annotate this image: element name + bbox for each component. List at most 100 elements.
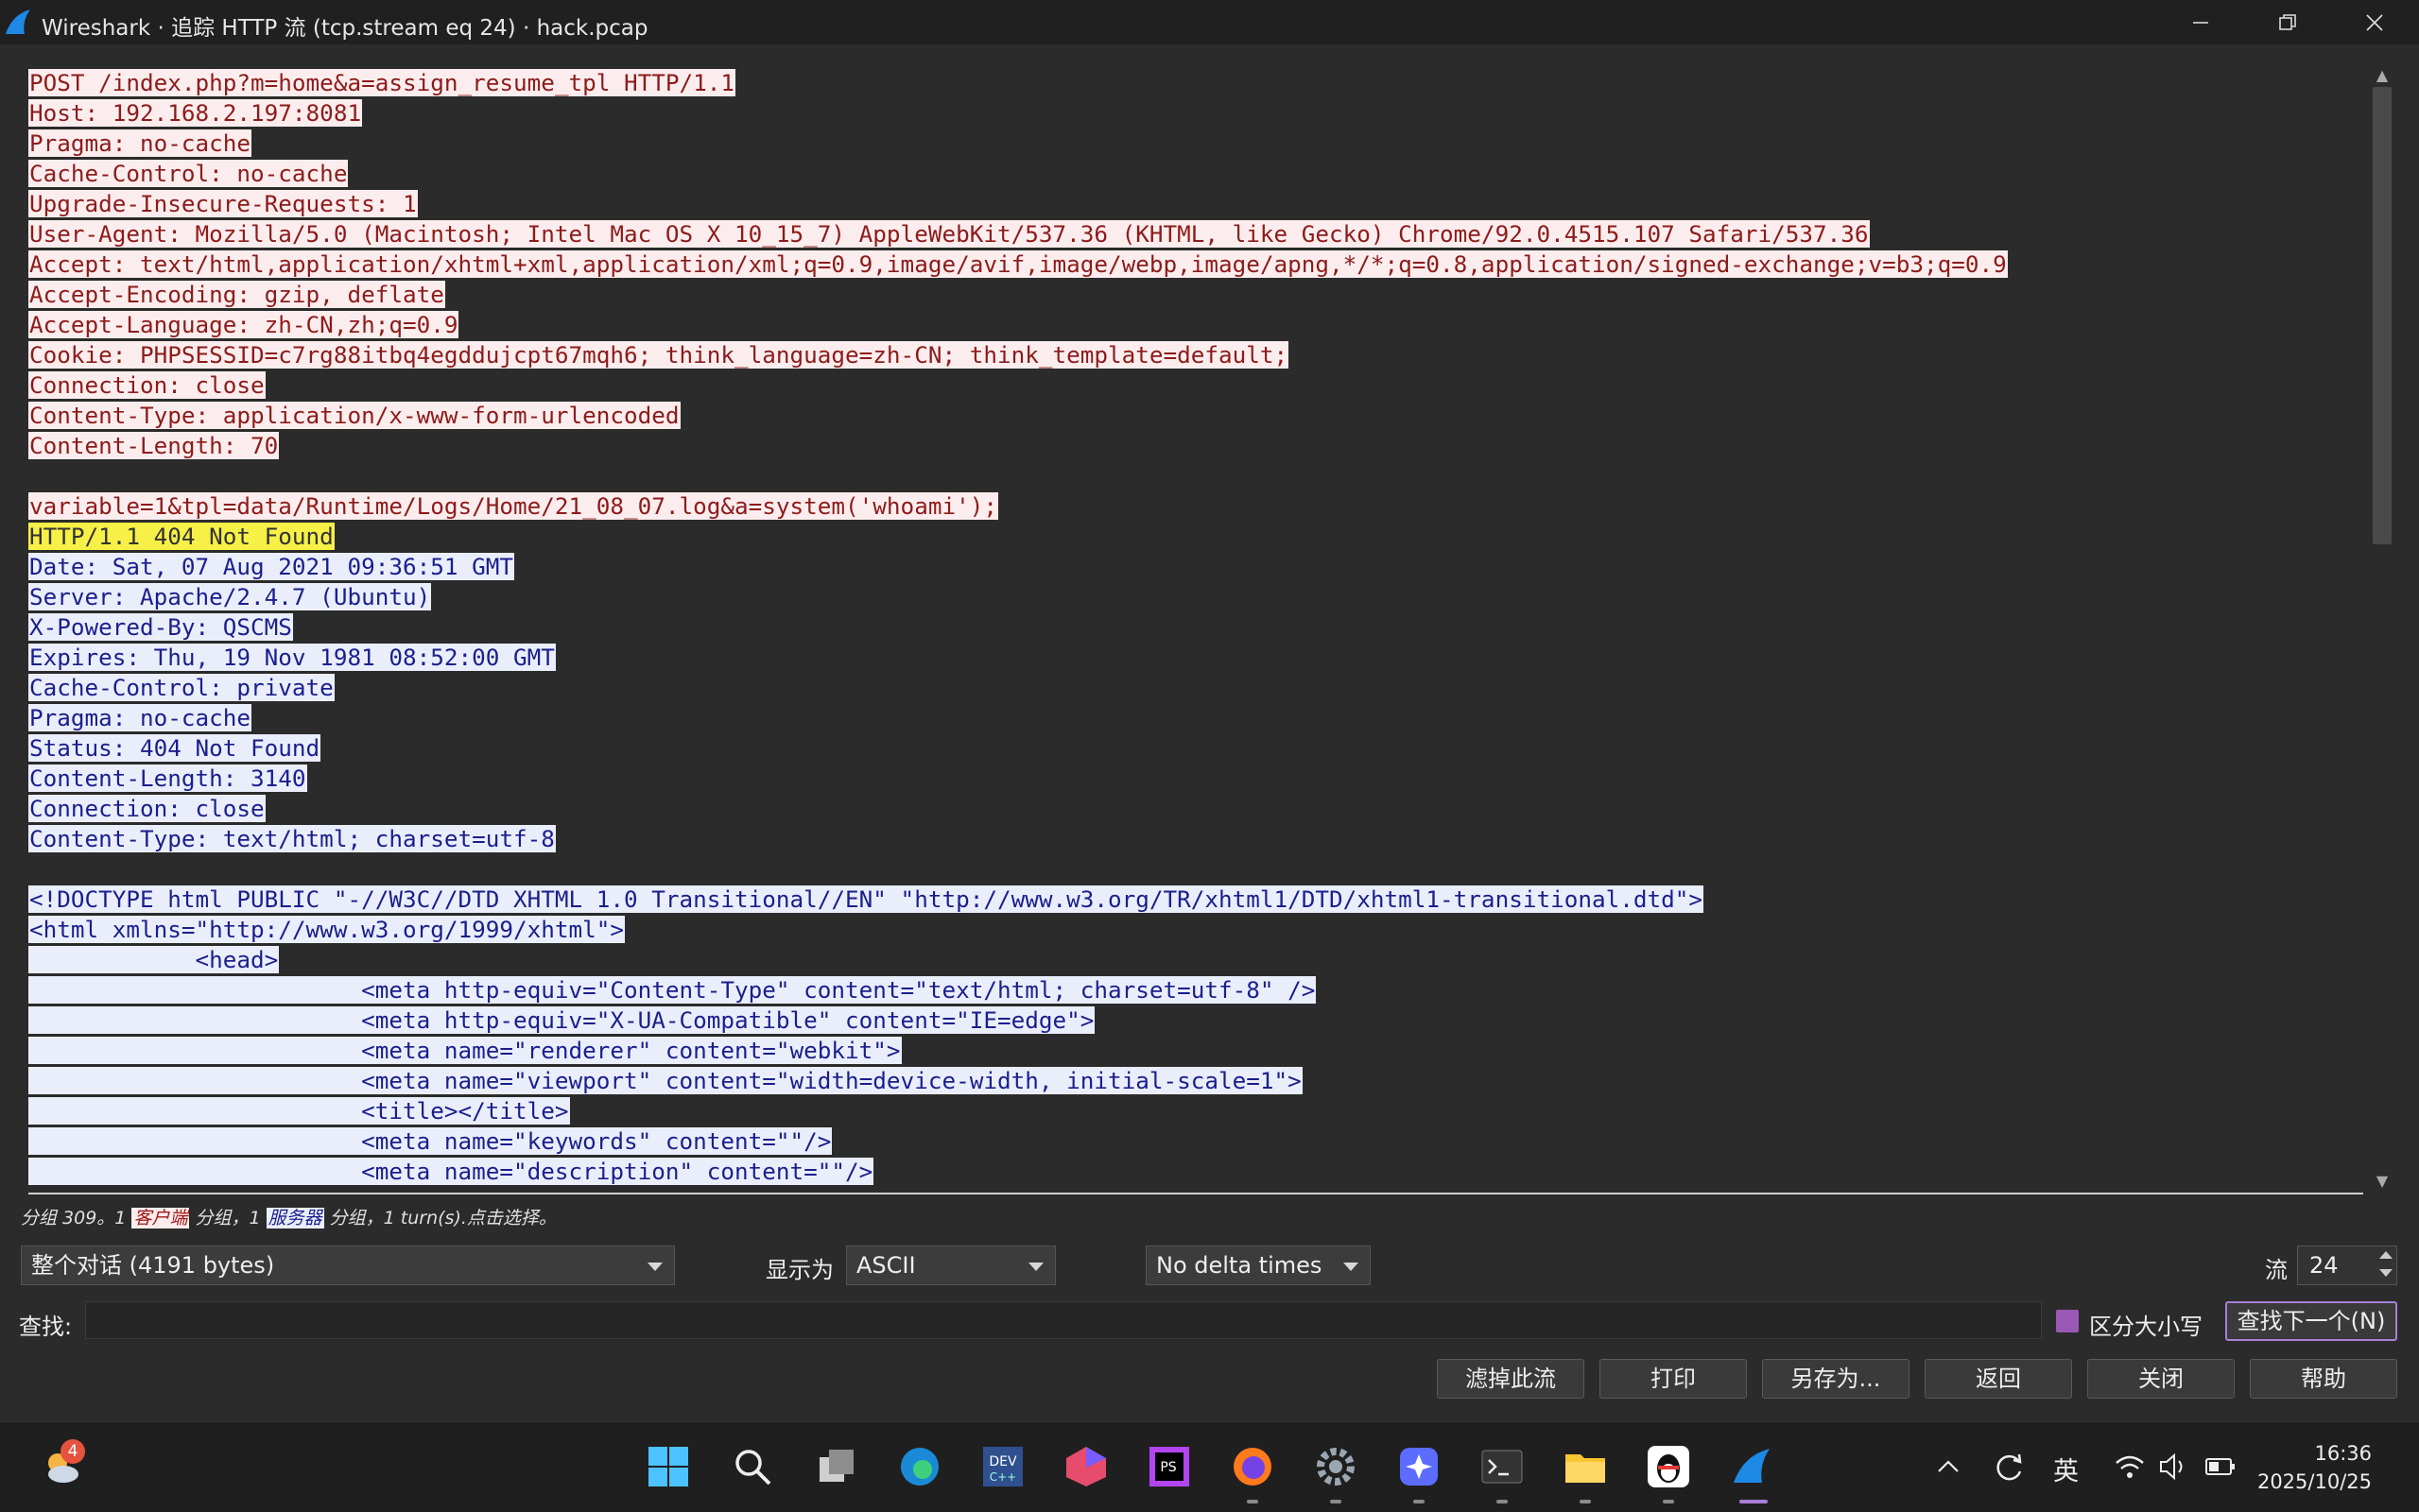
stream-line: Upgrade-Insecure-Requests: 1 [28, 189, 2363, 219]
stream-line [28, 461, 2363, 491]
wifi-icon[interactable] [2106, 1443, 2153, 1490]
wireshark-active-indicator [1739, 1500, 1768, 1503]
jetbrains-toolbox-icon[interactable] [1063, 1443, 1110, 1490]
stream-line-text: Pragma: no-cache [28, 704, 252, 731]
find-input[interactable] [85, 1301, 2042, 1339]
clock-time: 16:36 [2314, 1442, 2372, 1465]
stream-line: Cache-Control: private [28, 673, 2363, 703]
conversation-select[interactable]: 整个对话 (4191 bytes) [21, 1246, 675, 1285]
case-sensitive-checkbox[interactable] [2056, 1310, 2079, 1332]
stream-line-text: Pragma: no-cache [28, 129, 252, 157]
info-suffix: 分组，1 turn(s).点击选择。 [323, 1208, 557, 1228]
stream-line: X-Powered-By: QSCMS [28, 612, 2363, 643]
find-label: 查找: [19, 1314, 73, 1340]
search-icon[interactable] [729, 1443, 776, 1490]
stream-line-text: <meta http-equiv="Content-Type" content=… [28, 976, 1317, 1004]
stream-line-text: <meta name="renderer" content="webkit"> [28, 1037, 902, 1064]
stream-line-text: Status: 404 Not Found [28, 734, 321, 762]
stream-line: <meta name="keywords" content=""/> [28, 1126, 2363, 1157]
filter-out-button[interactable]: 滤掉此流 [1437, 1359, 1584, 1399]
stream-line-text: Server: Apache/2.4.7 (Ubuntu) [28, 583, 432, 610]
show-as-select[interactable]: ASCII [846, 1246, 1056, 1285]
window-title: Wireshark · 追踪 HTTP 流 (tcp.stream eq 24)… [42, 16, 648, 41]
phpstorm-icon[interactable]: PS [1146, 1443, 1193, 1490]
stream-number-spinbox[interactable]: 24 [2297, 1246, 2397, 1285]
volume-icon[interactable] [2150, 1443, 2197, 1490]
back-button[interactable]: 返回 [1925, 1359, 2072, 1399]
task-view-icon[interactable] [813, 1443, 860, 1490]
stream-line: <title></title> [28, 1096, 2363, 1126]
stream-line-text: <meta name="viewport" content="width=dev… [28, 1067, 1303, 1094]
stream-line-text: <meta http-equiv="X-UA-Compatible" conte… [28, 1006, 1096, 1034]
help-button[interactable]: 帮助 [2250, 1359, 2397, 1399]
info-prefix: 分组 309。1 [21, 1208, 132, 1228]
stream-line-text: Accept: text/html,application/xhtml+xml,… [28, 250, 2008, 278]
stream-line-text: HTTP/1.1 404 Not Found [28, 523, 335, 550]
title-bar: Wireshark · 追踪 HTTP 流 (tcp.stream eq 24)… [0, 0, 2419, 44]
stream-line-text: Date: Sat, 07 Aug 2021 09:36:51 GMT [28, 553, 514, 580]
stream-line-text [28, 855, 30, 883]
terminal-icon[interactable] [1478, 1443, 1526, 1490]
find-next-button[interactable]: 查找下一个(N) [2225, 1301, 2397, 1341]
clock-date: 2025/10/25 [2256, 1470, 2372, 1493]
scrollbar-thumb[interactable] [2373, 87, 2392, 544]
battery-icon[interactable] [2197, 1443, 2244, 1490]
stream-label: 流 [2265, 1257, 2288, 1283]
stream-line-text: <head> [28, 946, 280, 973]
stream-line-text: User-Agent: Mozilla/5.0 (Macintosh; Inte… [28, 220, 1870, 248]
copilot-icon[interactable] [1395, 1443, 1443, 1490]
scroll-down-arrow-icon[interactable]: ▼ [2373, 1172, 2392, 1191]
print-button[interactable]: 打印 [1599, 1359, 1747, 1399]
stream-line: Status: 404 Not Found [28, 733, 2363, 764]
stream-line: <meta name="renderer" content="webkit"> [28, 1036, 2363, 1066]
stream-line: Connection: close [28, 370, 2363, 401]
chevron-down-icon [1343, 1263, 1358, 1271]
stream-line-text: variable=1&tpl=data/Runtime/Logs/Home/21… [28, 492, 998, 520]
stream-line: Cookie: PHPSESSID=c7rg88itbq4egddujcpt67… [28, 340, 2363, 370]
stream-line: Accept-Language: zh-CN,zh;q=0.9 [28, 310, 2363, 340]
firefox-icon[interactable] [1229, 1443, 1276, 1490]
stream-line: Server: Apache/2.4.7 (Ubuntu) [28, 582, 2363, 612]
stream-text-area[interactable]: POST /index.php?m=home&a=assign_resume_t… [28, 68, 2363, 1193]
terminal-running-indicator [1496, 1500, 1508, 1503]
close-button[interactable]: 关闭 [2087, 1359, 2235, 1399]
stream-line-text: <title></title> [28, 1097, 570, 1125]
horizontal-scrollbar[interactable] [28, 1193, 2363, 1194]
stream-line: Date: Sat, 07 Aug 2021 09:36:51 GMT [28, 552, 2363, 582]
firefox-running-indicator [1247, 1500, 1258, 1503]
file-explorer-icon[interactable] [1562, 1443, 1609, 1490]
stream-line: <!DOCTYPE html PUBLIC "-//W3C//DTD XHTML… [28, 885, 2363, 915]
client-tag: 客户端 [131, 1208, 190, 1228]
scroll-up-arrow-icon[interactable]: ▲ [2373, 66, 2392, 85]
wireshark-taskbar-icon[interactable] [1728, 1443, 1775, 1490]
qq-penguin-icon[interactable] [1645, 1443, 1692, 1490]
stream-line: Content-Length: 3140 [28, 764, 2363, 794]
stream-line: <html xmlns="http://www.w3.org/1999/xhtm… [28, 915, 2363, 945]
settings-running-indicator [1330, 1500, 1341, 1503]
minimize-button[interactable] [2157, 0, 2244, 44]
settings-gear-icon[interactable] [1312, 1443, 1359, 1490]
stream-line: Expires: Thu, 19 Nov 1981 08:52:00 GMT [28, 643, 2363, 673]
spin-down-icon[interactable] [2379, 1269, 2393, 1277]
qq-running-indicator [1663, 1500, 1674, 1503]
dev-cpp-icon[interactable]: DEV C++ [979, 1443, 1027, 1490]
start-windows-icon[interactable] [645, 1443, 692, 1490]
delta-times-select[interactable]: No delta times [1146, 1246, 1371, 1285]
system-clock[interactable]: 16:36 2025/10/25 [2257, 1439, 2372, 1496]
show-hidden-icons-chevron-up-icon[interactable] [1925, 1443, 1972, 1490]
show-as-value: ASCII [856, 1252, 916, 1279]
svg-text:C++: C++ [990, 1470, 1017, 1484]
packet-info-line[interactable]: 分组 309。1 客户端 分组，1 服务器 分组，1 turn(s).点击选择。 [21, 1204, 557, 1229]
ime-indicator[interactable]: 英 [2053, 1451, 2079, 1487]
stream-line-text: <meta name="keywords" content=""/> [28, 1127, 833, 1155]
stream-line: POST /index.php?m=home&a=assign_resume_t… [28, 68, 2363, 98]
stream-line-text: <!DOCTYPE html PUBLIC "-//W3C//DTD XHTML… [28, 885, 1703, 913]
close-window-button[interactable] [2331, 0, 2418, 44]
save-as-button[interactable]: 另存为... [1762, 1359, 1909, 1399]
sync-icon[interactable] [1985, 1443, 2032, 1490]
restore-button[interactable] [2244, 0, 2331, 44]
stream-line-text: Content-Length: 3140 [28, 765, 307, 792]
spin-up-icon[interactable] [2379, 1251, 2393, 1259]
stream-line: Host: 192.168.2.197:8081 [28, 98, 2363, 129]
edge-browser-icon[interactable] [896, 1443, 943, 1490]
